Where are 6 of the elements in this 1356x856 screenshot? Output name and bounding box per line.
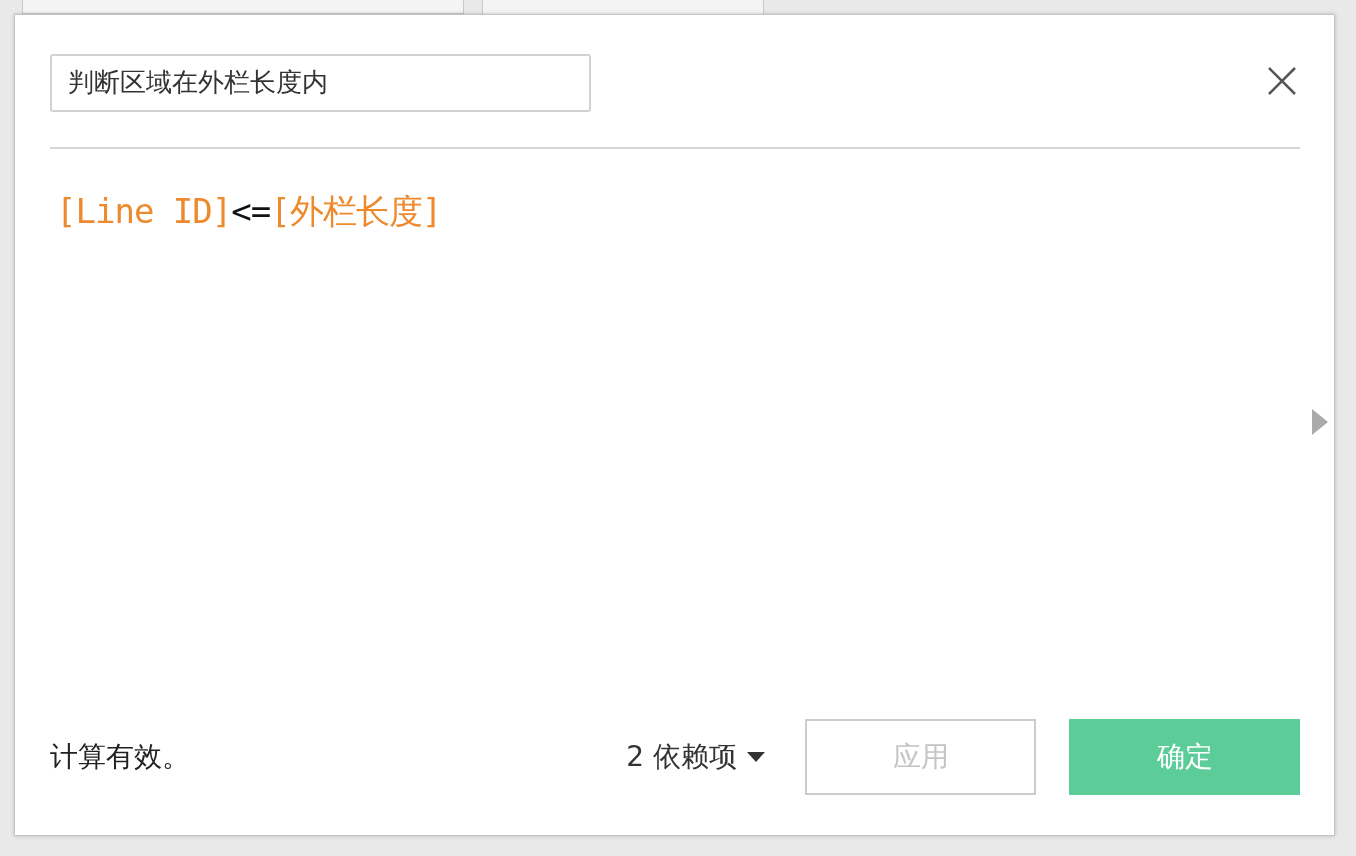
formula-text[interactable]: [Line ID]<=[外栏长度] [50, 189, 442, 235]
name-field[interactable]: 判断区域在外栏长度内 [50, 53, 591, 112]
close-icon[interactable] [1267, 66, 1297, 96]
dependencies-dropdown[interactable]: 2 依赖项 [626, 738, 765, 776]
caret-icon [747, 752, 765, 762]
status-text: 计算有效。 [50, 739, 191, 775]
